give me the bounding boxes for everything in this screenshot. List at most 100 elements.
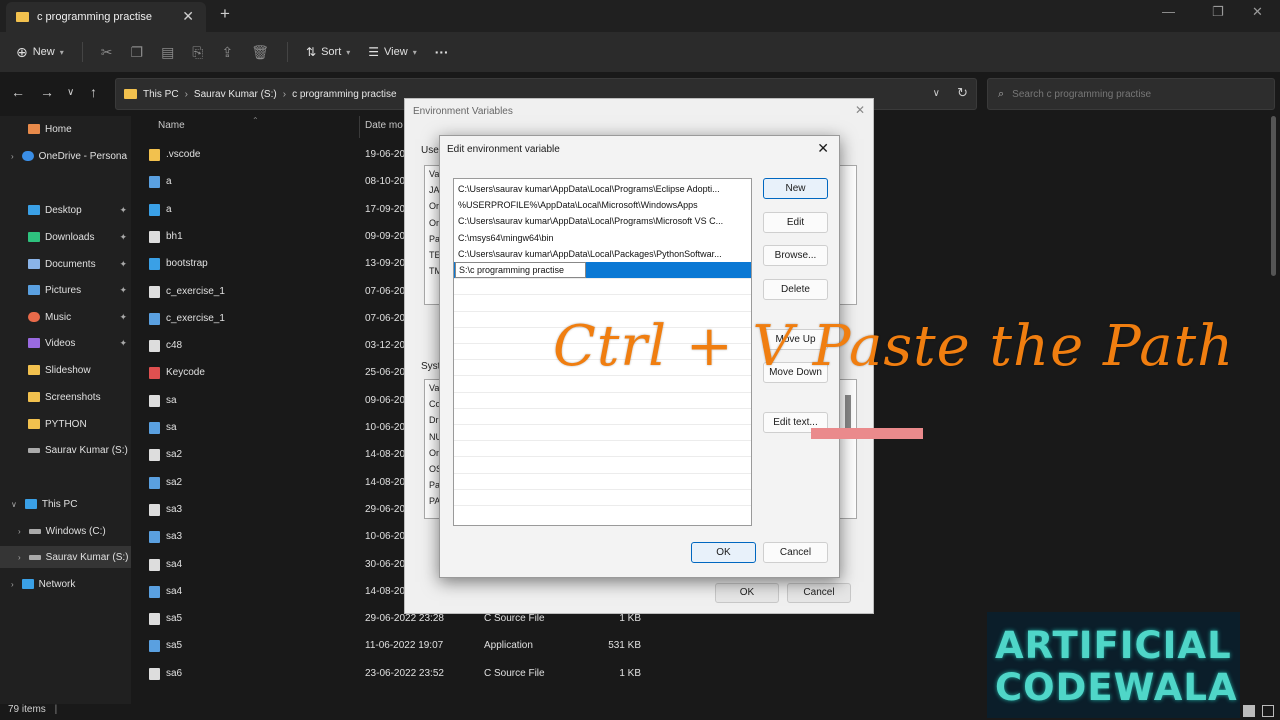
sidebar-item-screenshots[interactable]: Screenshots xyxy=(0,386,131,408)
share-icon[interactable]: ⇪ xyxy=(222,44,234,61)
delete-path-button[interactable]: Delete xyxy=(763,279,828,300)
sidebar-item-python[interactable]: PYTHON xyxy=(0,413,131,435)
path-item[interactable]: C:\Users\saurav kumar\AppData\Local\Prog… xyxy=(454,181,751,197)
variable-row[interactable]: Va xyxy=(429,383,439,393)
sidebar-item-music[interactable]: Music ✦ xyxy=(0,306,131,328)
new-button[interactable]: ⊕ New ▾ xyxy=(16,44,64,61)
pin-icon: ✦ xyxy=(119,284,127,295)
breadcrumb-this-pc[interactable]: This PC xyxy=(143,89,179,100)
sidebar-item-saurav-s[interactable]: › Saurav Kumar (S:) xyxy=(0,546,131,568)
env-ok-button[interactable]: OK xyxy=(715,583,779,603)
details-view-icon[interactable] xyxy=(1243,705,1255,717)
path-item[interactable]: C:\Users\saurav kumar\AppData\Local\Pack… xyxy=(454,246,751,262)
chevron-down-icon[interactable]: ∨ xyxy=(11,500,17,509)
search-icon: ⌕ xyxy=(998,87,1005,100)
chevron-right-icon[interactable]: › xyxy=(11,152,14,161)
column-header-name[interactable]: Name xyxy=(158,120,185,131)
chevron-down-icon: ▾ xyxy=(412,47,417,57)
path-item[interactable]: C:\msys64\mingw64\bin xyxy=(454,230,751,246)
home-icon xyxy=(28,124,40,134)
ok-button[interactable]: OK xyxy=(691,542,756,563)
close-icon[interactable]: ✕ xyxy=(855,103,865,117)
chevron-right-icon[interactable]: › xyxy=(18,527,21,536)
variable-row[interactable]: Or xyxy=(429,448,439,458)
sidebar-item-this-pc[interactable]: ∨ This PC xyxy=(0,493,131,515)
command-bar: ⊕ New ▾ ✂ ❐ ▤ ⎘ ⇪ 🗑︎ ⇅ Sort ▾ ☰ View ▾ ·… xyxy=(0,32,1280,72)
file-icon xyxy=(149,503,160,516)
cut-icon[interactable]: ✂ xyxy=(101,44,113,61)
cancel-button[interactable]: Cancel xyxy=(763,542,828,563)
close-window-button[interactable]: ✕ xyxy=(1252,4,1263,20)
variable-row[interactable]: JA xyxy=(429,185,440,195)
close-tab-icon[interactable]: ✕ xyxy=(182,8,194,25)
empty-row-line xyxy=(454,505,751,506)
minimize-button[interactable]: — xyxy=(1162,4,1175,19)
variable-row[interactable]: Or xyxy=(429,201,439,211)
file-row[interactable]: sa6 23-06-2022 23:52 C Source File 1 KB xyxy=(131,663,641,685)
search-placeholder[interactable]: Search c programming practise xyxy=(1012,89,1151,100)
new-tab-button[interactable]: + xyxy=(220,4,230,24)
path-item[interactable]: C:\Users\saurav kumar\AppData\Local\Prog… xyxy=(454,213,751,229)
search-box[interactable]: ⌕ Search c programming practise xyxy=(987,78,1275,110)
pin-icon: ✦ xyxy=(119,231,127,242)
file-name: c48 xyxy=(166,340,183,352)
sidebar-item-onedrive[interactable]: › OneDrive - Persona xyxy=(0,145,131,167)
computer-icon xyxy=(24,499,37,509)
recent-chevron-icon[interactable]: ∨ xyxy=(67,87,74,98)
download-icon xyxy=(28,232,40,242)
sidebar-item-desktop[interactable]: Desktop ✦ xyxy=(0,199,131,221)
address-dropdown-icon[interactable]: ∨ xyxy=(933,88,940,99)
sidebar-item-videos[interactable]: Videos ✦ xyxy=(0,332,131,354)
new-path-button[interactable]: New xyxy=(763,178,828,199)
path-item[interactable]: %USERPROFILE%\AppData\Local\Microsoft\Wi… xyxy=(454,197,751,213)
column-header-date[interactable]: Date mo xyxy=(365,120,403,131)
paste-icon[interactable]: ▤ xyxy=(161,44,174,61)
browse-button[interactable]: Browse... xyxy=(763,245,828,266)
vertical-scrollbar[interactable] xyxy=(1271,116,1276,276)
variable-row[interactable]: Va xyxy=(429,169,439,179)
variable-row[interactable]: Or xyxy=(429,218,439,228)
sidebar-item-label: Screenshots xyxy=(45,391,101,403)
chevron-right-icon[interactable]: › xyxy=(11,580,14,589)
sidebar-item-home[interactable]: Home xyxy=(0,118,131,140)
refresh-icon[interactable]: ↻ xyxy=(957,85,968,101)
sidebar-item-pictures[interactable]: Pictures ✦ xyxy=(0,279,131,301)
file-icon xyxy=(149,203,160,216)
divider xyxy=(81,42,83,62)
copy-icon[interactable]: ❐ xyxy=(131,44,144,61)
close-icon[interactable]: ✕ xyxy=(817,140,829,157)
empty-row-line xyxy=(454,472,751,474)
sidebar-item-network[interactable]: › Network xyxy=(0,573,131,595)
sidebar-item-slideshow[interactable]: Slideshow xyxy=(0,359,131,381)
delete-icon[interactable]: 🗑︎ xyxy=(251,44,269,61)
pin-icon: ✦ xyxy=(119,337,127,348)
breadcrumb-folder[interactable]: c programming practise xyxy=(292,89,396,100)
file-row[interactable]: sa5 11-06-2022 19:07 Application 531 KB xyxy=(131,635,641,657)
sidebar-item-documents[interactable]: Documents ✦ xyxy=(0,253,131,275)
up-arrow-icon[interactable]: ↑ xyxy=(90,84,97,100)
variable-row[interactable]: Dr xyxy=(429,415,439,425)
folder-icon xyxy=(16,12,29,22)
path-item-selected[interactable]: S:\c programming practise xyxy=(454,262,751,278)
tab-current[interactable]: c programming practise ✕ xyxy=(6,2,206,32)
forward-arrow-icon[interactable]: → xyxy=(40,84,54,100)
more-options-button[interactable]: ··· xyxy=(435,44,449,60)
path-edit-input[interactable]: S:\c programming practise xyxy=(455,262,586,278)
new-label: New xyxy=(32,46,55,58)
sort-button[interactable]: ⇅ Sort ▾ xyxy=(306,45,350,59)
sidebar-item-windows-c[interactable]: › Windows (C:) xyxy=(0,520,131,542)
maximize-button[interactable]: ❐ xyxy=(1212,4,1224,20)
cloud-icon xyxy=(21,151,34,161)
env-cancel-button[interactable]: Cancel xyxy=(787,583,851,603)
breadcrumb-drive[interactable]: Saurav Kumar (S:) xyxy=(194,89,277,100)
file-size: 1 KB xyxy=(619,613,641,625)
rename-icon[interactable]: ⎘ xyxy=(192,44,203,61)
tiles-view-icon[interactable] xyxy=(1262,705,1274,717)
view-button[interactable]: ☰ View ▾ xyxy=(368,45,416,59)
back-arrow-icon[interactable]: ← xyxy=(11,84,25,100)
chevron-right-icon[interactable]: › xyxy=(18,553,21,562)
sidebar-item-downloads[interactable]: Downloads ✦ xyxy=(0,226,131,248)
column-divider[interactable] xyxy=(359,116,360,138)
edit-path-button[interactable]: Edit xyxy=(763,212,828,233)
sidebar-item-drive-s-quick[interactable]: Saurav Kumar (S:) xyxy=(0,439,131,461)
